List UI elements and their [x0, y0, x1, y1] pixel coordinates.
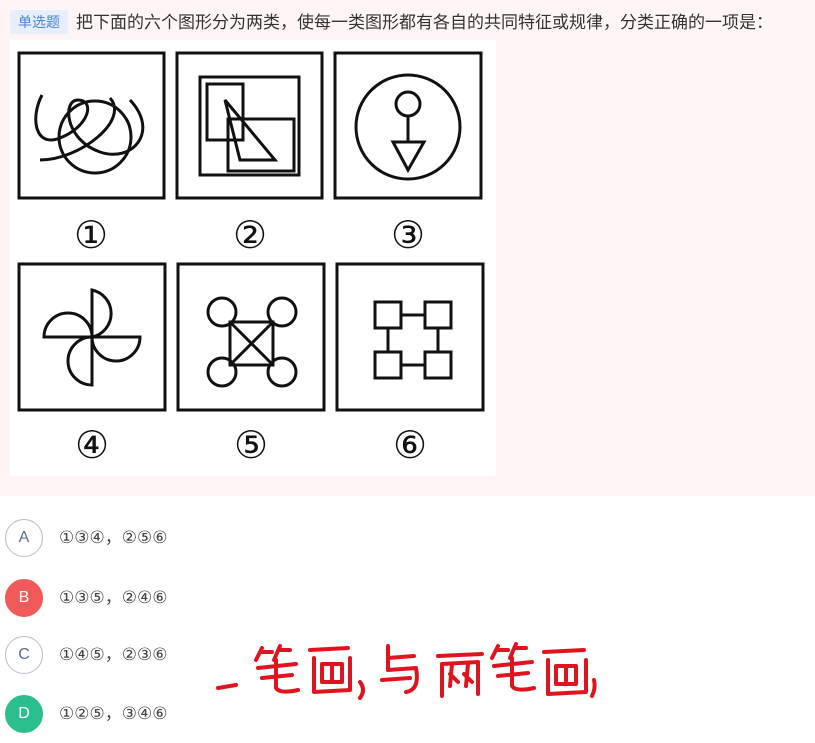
option-a-letter[interactable]: A — [5, 519, 43, 557]
figure-4-number: ④ — [75, 423, 109, 467]
figure-5-number: ⑤ — [234, 423, 268, 467]
figure-3-circle-person — [333, 51, 483, 200]
figure-grid: ① ② ③ ④ ⑤ ⑥ — [17, 51, 485, 467]
handwritten-annotation — [210, 630, 600, 700]
question-type-tag: 单选题 — [10, 10, 68, 34]
figure-6-number: ⑥ — [393, 423, 427, 467]
option-b-letter[interactable]: B — [5, 579, 43, 617]
figure-3-number: ③ — [391, 213, 425, 257]
figure-1-tangled-curves — [17, 51, 166, 200]
figure-4-pinwheel — [17, 262, 167, 412]
option-b[interactable]: B ①③⑤，②④⑥ — [5, 579, 305, 617]
figure-panel: ① ② ③ ④ ⑤ ⑥ — [10, 40, 496, 476]
figure-1-number: ① — [74, 213, 108, 257]
option-c-letter[interactable]: C — [5, 636, 43, 674]
question-text: 把下面的六个图形分为两类，使每一类图形都有各自的共同特征或规律，分类正确的一项是… — [76, 13, 773, 32]
option-d-text: ①②⑤，③④⑥ — [59, 704, 168, 723]
option-b-text: ①③⑤，②④⑥ — [59, 588, 168, 607]
figure-2-number: ② — [233, 213, 267, 257]
figure-2-squares-triangle — [175, 51, 324, 200]
option-a-text: ①③④，②⑤⑥ — [59, 528, 168, 547]
option-c-text: ①④⑤，②③⑥ — [59, 645, 168, 664]
option-d-letter[interactable]: D — [5, 695, 43, 733]
handwriting-strokes — [216, 642, 597, 700]
figure-5-square-circles — [176, 262, 326, 412]
option-a[interactable]: A ①③④，②⑤⑥ — [5, 519, 305, 557]
question-area: 单选题 把下面的六个图形分为两类，使每一类图形都有各自的共同特征或规律，分类正确… — [0, 0, 815, 496]
figure-6-four-squares — [335, 262, 485, 412]
option-d[interactable]: D ①②⑤，③④⑥ — [5, 695, 305, 733]
